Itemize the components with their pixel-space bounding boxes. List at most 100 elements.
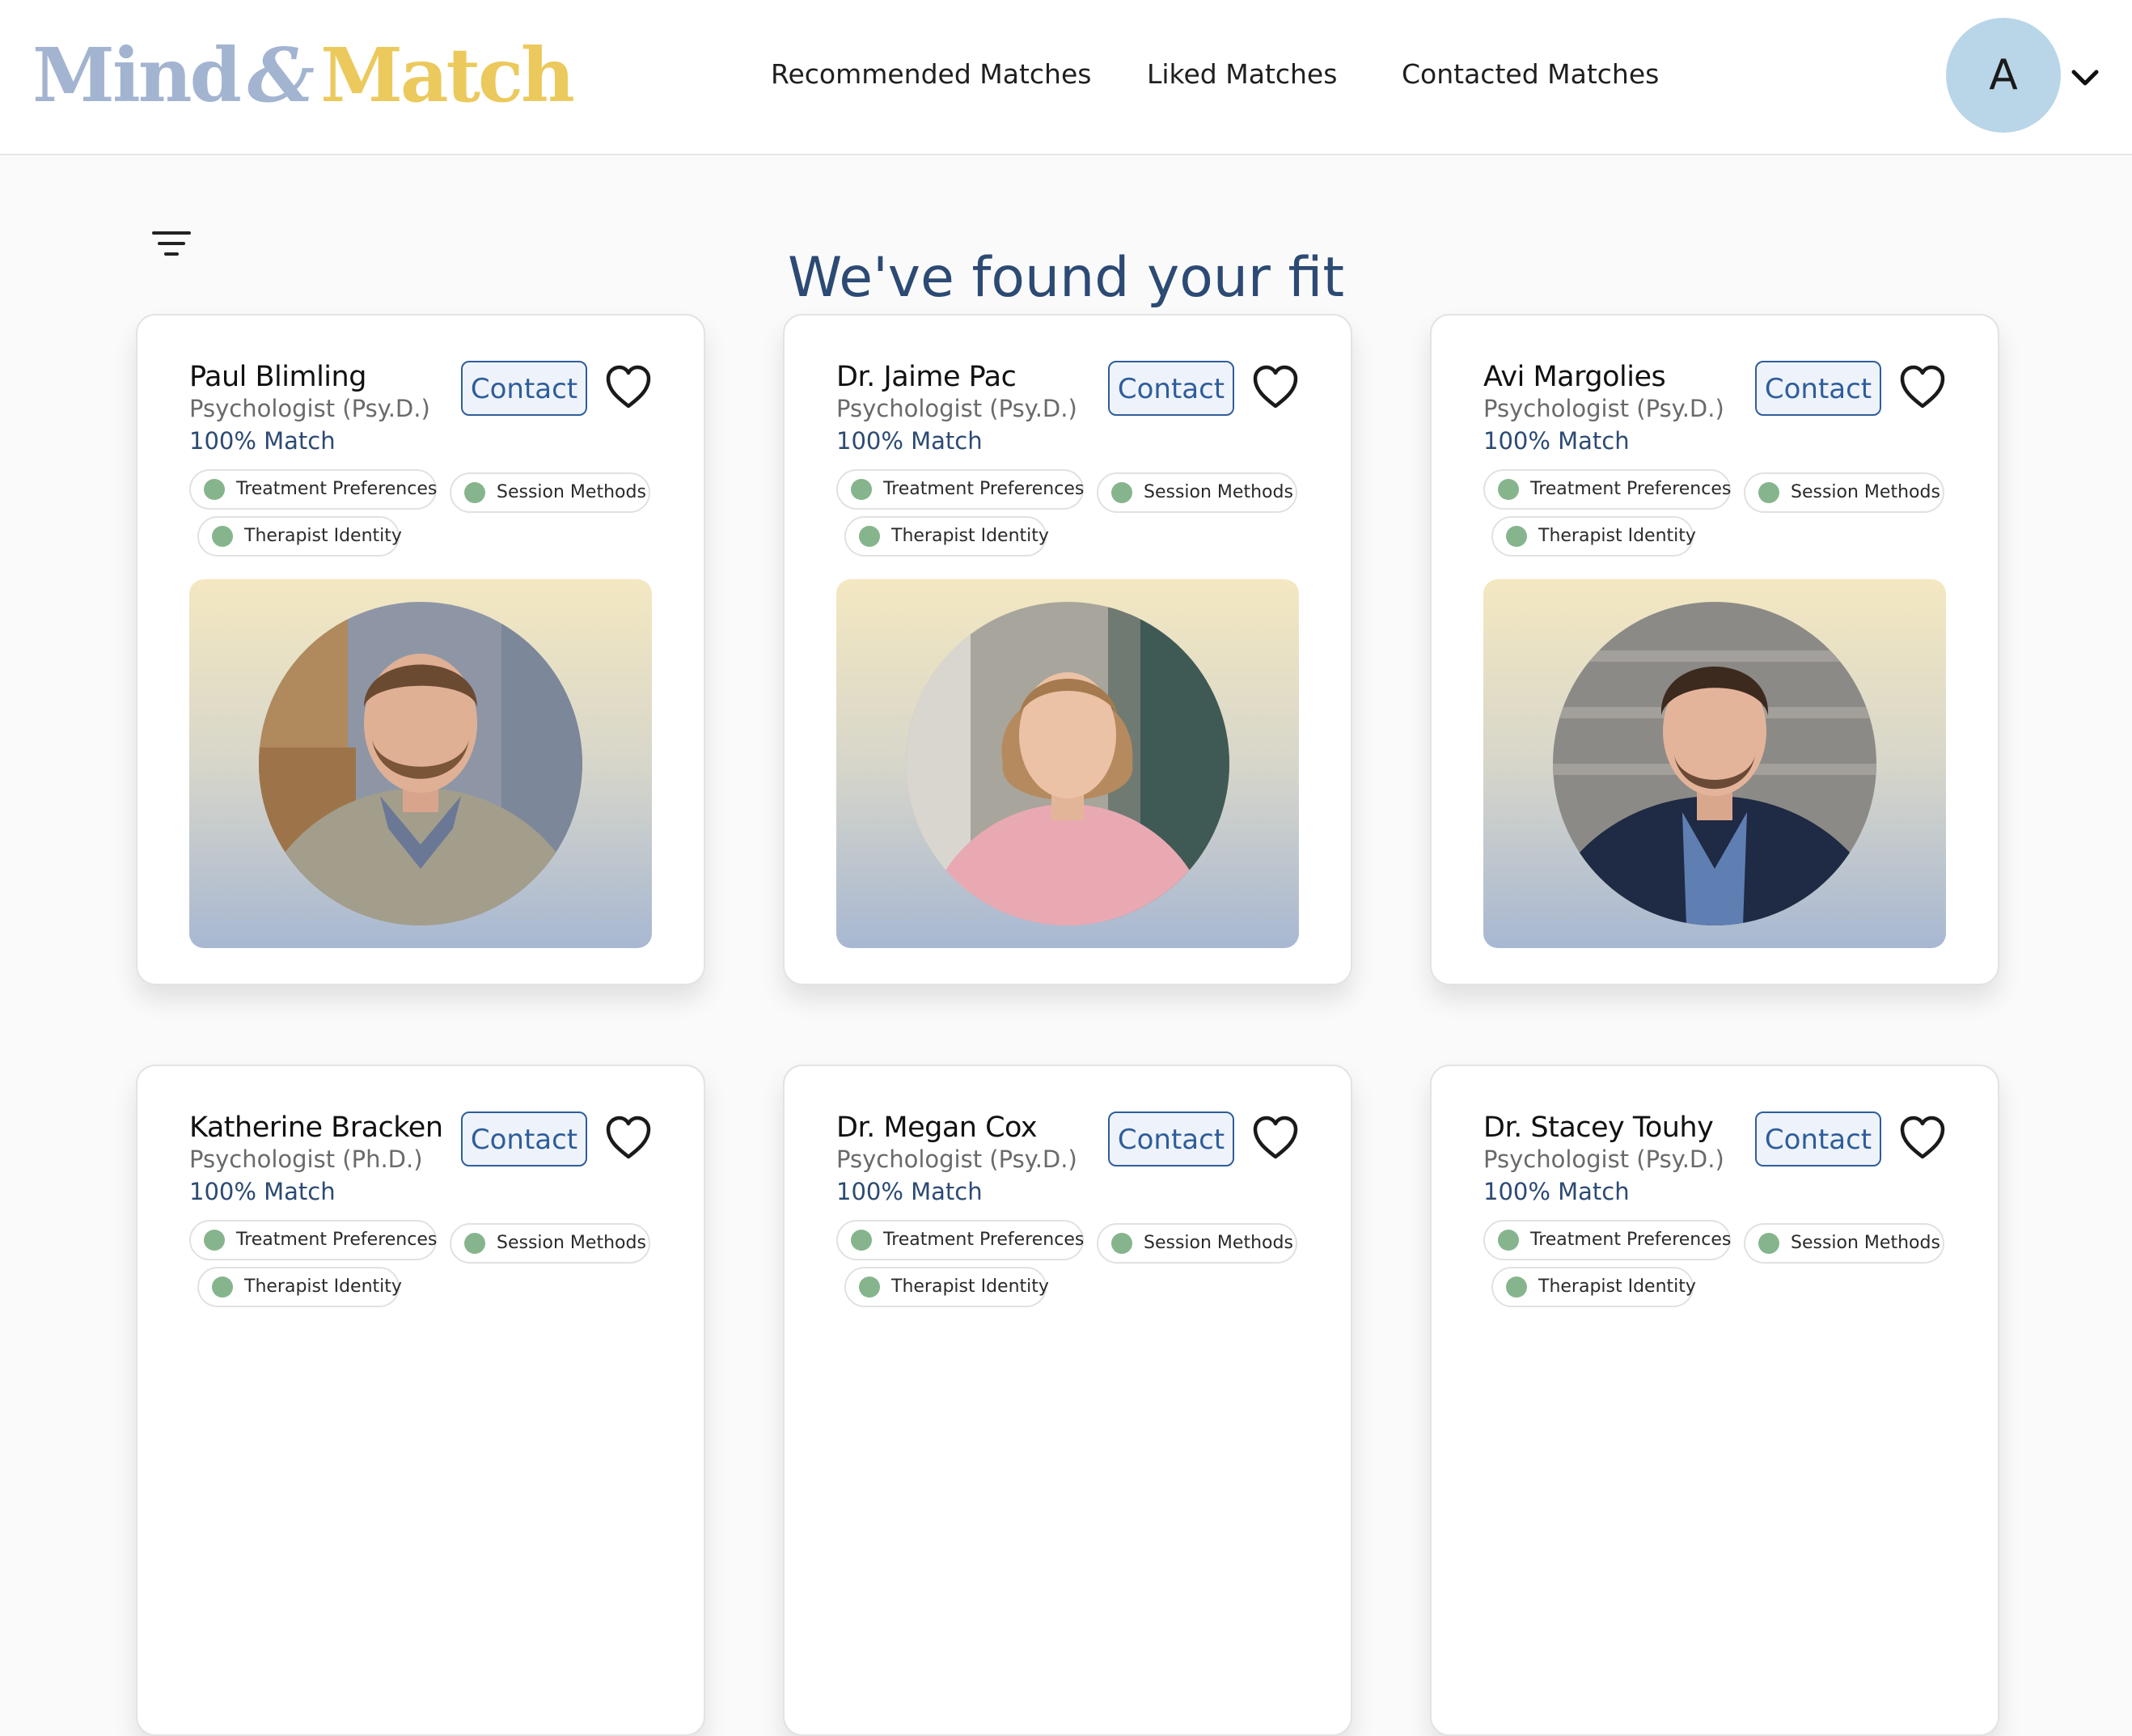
- tag-status-dot: [1111, 482, 1132, 503]
- tag-status-dot: [1111, 1233, 1132, 1254]
- tag-label: Session Methods: [497, 482, 646, 502]
- contact-button[interactable]: Contact: [461, 361, 587, 416]
- tag-label: Treatment Preferences: [883, 1230, 1085, 1250]
- tag-label: Therapist Identity: [891, 526, 1049, 546]
- therapist-credential: Psychologist (Psy.D.): [836, 1145, 1077, 1173]
- therapist-photo[interactable]: [259, 602, 582, 925]
- tag-label: Therapist Identity: [1538, 526, 1696, 546]
- therapist-credential: Psychologist (Psy.D.): [1483, 395, 1724, 422]
- tag-treatment-preferences[interactable]: Treatment Preferences: [1483, 469, 1731, 510]
- tag-status-dot: [851, 1230, 872, 1251]
- match-percentage: 100% Match: [189, 1178, 336, 1205]
- heart-icon[interactable]: [1250, 1113, 1301, 1163]
- therapist-name: Dr. Megan Cox: [836, 1111, 1038, 1144]
- tag-status-dot: [851, 479, 872, 500]
- tag-session-methods[interactable]: Session Methods: [1097, 472, 1297, 513]
- tag-status-dot: [204, 1230, 225, 1251]
- therapist-card[interactable]: Dr. Jaime Pac Psychologist (Psy.D.) 100%…: [783, 314, 1352, 985]
- tag-treatment-preferences[interactable]: Treatment Preferences: [189, 1220, 437, 1260]
- therapist-card[interactable]: Dr. Megan Cox Psychologist (Psy.D.) 100%…: [783, 1065, 1352, 1736]
- therapist-card[interactable]: Dr. Stacey Touhy Psychologist (Psy.D.) 1…: [1430, 1065, 1999, 1736]
- therapist-card[interactable]: Avi Margolies Psychologist (Psy.D.) 100%…: [1430, 314, 1999, 985]
- therapist-card[interactable]: Paul Blimling Psychologist (Psy.D.) 100%…: [136, 314, 705, 985]
- tag-status-dot: [212, 526, 233, 547]
- photo-panel: [189, 579, 652, 948]
- nav-recommended-matches[interactable]: Recommended Matches: [771, 58, 1091, 90]
- match-percentage: 100% Match: [1483, 427, 1630, 455]
- tag-session-methods[interactable]: Session Methods: [1744, 1223, 1944, 1264]
- therapist-card[interactable]: Katherine Bracken Psychologist (Ph.D.) 1…: [136, 1065, 705, 1736]
- photo-panel: [1483, 579, 1946, 948]
- heart-icon[interactable]: [1250, 362, 1301, 413]
- tag-treatment-preferences[interactable]: Treatment Preferences: [1483, 1220, 1731, 1260]
- tag-treatment-preferences[interactable]: Treatment Preferences: [836, 1220, 1084, 1260]
- nav-liked-matches[interactable]: Liked Matches: [1147, 58, 1337, 90]
- tag-label: Treatment Preferences: [236, 1230, 438, 1250]
- therapist-name: Dr. Jaime Pac: [836, 361, 1017, 393]
- tag-status-dot: [1498, 1230, 1519, 1251]
- tag-status-dot: [1498, 479, 1519, 500]
- top-navigation-bar: Mind & Match Recommended Matches Liked Mat…: [0, 0, 2132, 155]
- tag-session-methods[interactable]: Session Methods: [1744, 472, 1944, 513]
- tag-status-dot: [204, 479, 225, 500]
- tag-therapist-identity[interactable]: Therapist Identity: [1491, 516, 1696, 557]
- tag-status-dot: [464, 1233, 485, 1254]
- heart-icon[interactable]: [1897, 362, 1948, 413]
- tag-session-methods[interactable]: Session Methods: [1097, 1223, 1297, 1264]
- therapist-name: Paul Blimling: [189, 361, 366, 393]
- therapist-credential: Psychologist (Psy.D.): [189, 395, 430, 422]
- mind-and-match-logo[interactable]: Mind & Match: [32, 31, 575, 120]
- contact-button[interactable]: Contact: [1755, 361, 1881, 416]
- contact-button[interactable]: Contact: [461, 1111, 587, 1167]
- heart-icon[interactable]: [603, 1113, 654, 1163]
- tag-therapist-identity[interactable]: Therapist Identity: [197, 516, 402, 557]
- tag-therapist-identity[interactable]: Therapist Identity: [1491, 1267, 1696, 1307]
- tag-label: Session Methods: [1791, 1233, 1940, 1253]
- tag-label: Treatment Preferences: [1530, 479, 1732, 499]
- tag-label: Session Methods: [1144, 482, 1293, 502]
- tag-status-dot: [464, 482, 485, 503]
- logo-word-mind: Mind: [32, 32, 242, 119]
- contact-button[interactable]: Contact: [1755, 1111, 1881, 1167]
- heart-icon[interactable]: [1897, 1113, 1948, 1163]
- tag-therapist-identity[interactable]: Therapist Identity: [844, 516, 1049, 557]
- match-percentage: 100% Match: [1483, 1178, 1630, 1205]
- therapist-name: Dr. Stacey Touhy: [1483, 1111, 1714, 1144]
- tag-session-methods[interactable]: Session Methods: [450, 1223, 650, 1264]
- contact-button[interactable]: Contact: [1108, 1111, 1234, 1167]
- therapist-name: Katherine Bracken: [189, 1111, 443, 1144]
- therapist-credential: Psychologist (Ph.D.): [189, 1145, 423, 1173]
- tag-therapist-identity[interactable]: Therapist Identity: [197, 1267, 402, 1307]
- photo-panel: [836, 579, 1299, 948]
- heart-icon[interactable]: [603, 362, 654, 413]
- therapist-credential: Psychologist (Psy.D.): [836, 395, 1077, 422]
- tag-status-dot: [1758, 482, 1779, 503]
- therapist-credential: Psychologist (Psy.D.): [1483, 1145, 1724, 1173]
- therapist-photo[interactable]: [906, 602, 1229, 925]
- tag-therapist-identity[interactable]: Therapist Identity: [844, 1267, 1049, 1307]
- match-percentage: 100% Match: [836, 1178, 983, 1205]
- therapist-photo[interactable]: [1553, 602, 1876, 925]
- tag-label: Treatment Preferences: [236, 479, 438, 499]
- match-percentage: 100% Match: [189, 427, 336, 455]
- tag-label: Treatment Preferences: [883, 479, 1085, 499]
- tag-label: Session Methods: [497, 1233, 646, 1253]
- logo-word-match: Match: [320, 32, 575, 119]
- tag-label: Session Methods: [1791, 482, 1940, 502]
- tag-treatment-preferences[interactable]: Treatment Preferences: [189, 469, 437, 510]
- chevron-down-icon[interactable]: [2069, 61, 2101, 94]
- tag-label: Treatment Preferences: [1530, 1230, 1732, 1250]
- contact-button[interactable]: Contact: [1108, 361, 1234, 416]
- tag-treatment-preferences[interactable]: Treatment Preferences: [836, 469, 1084, 510]
- match-percentage: 100% Match: [836, 427, 983, 455]
- tag-status-dot: [1758, 1233, 1779, 1254]
- tag-label: Therapist Identity: [244, 526, 402, 546]
- logo-ampersand: &: [247, 32, 315, 119]
- tag-status-dot: [859, 526, 880, 547]
- therapist-name: Avi Margolies: [1483, 361, 1666, 393]
- nav-contacted-matches[interactable]: Contacted Matches: [1402, 58, 1659, 90]
- tag-session-methods[interactable]: Session Methods: [450, 472, 650, 513]
- user-avatar[interactable]: A: [1946, 18, 2061, 133]
- tag-status-dot: [1506, 526, 1527, 547]
- page-title: We've found your fit: [787, 245, 1344, 310]
